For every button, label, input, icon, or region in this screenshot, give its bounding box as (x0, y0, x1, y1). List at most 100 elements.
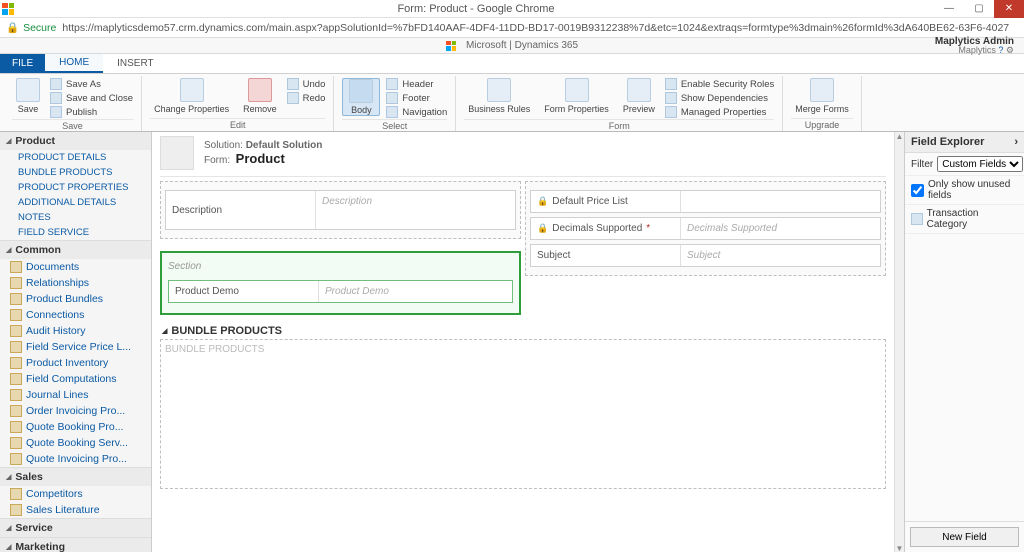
undo-button[interactable]: Undo (287, 78, 326, 90)
nav-item[interactable]: Relationships (0, 275, 151, 291)
nav-item[interactable]: Documents (0, 259, 151, 275)
nav-item[interactable]: ADDITIONAL DETAILS (0, 195, 151, 210)
preview-icon (627, 78, 651, 102)
brand-bar: Microsoft | Dynamics 365 Maplytics Admin… (0, 38, 1024, 54)
field-default-pricelist[interactable]: 🔒Default Price List (530, 190, 881, 213)
nav-item[interactable]: Product Inventory (0, 355, 151, 371)
lock-icon: 🔒 (537, 196, 548, 207)
managed-properties-button[interactable]: Managed Properties (665, 106, 774, 118)
nav-section-marketing[interactable]: Marketing (0, 538, 151, 552)
bizrules-icon (487, 78, 511, 102)
change-properties-button[interactable]: Change Properties (150, 78, 233, 114)
field-explorer: Field Explorer› Filter Custom Fields Onl… (904, 132, 1024, 552)
field-product-demo[interactable]: Product Demo Product Demo (168, 280, 513, 303)
nav-item[interactable]: BUNDLE PRODUCTS (0, 165, 151, 180)
url-text[interactable]: https://maplyticsdemo57.crm.dynamics.com… (62, 22, 1009, 34)
merge-forms-button[interactable]: Merge Forms (791, 78, 853, 114)
collapse-icon[interactable]: › (1014, 136, 1018, 148)
nav-item[interactable]: Connections (0, 307, 151, 323)
nav-item[interactable]: Journal Lines (0, 387, 151, 403)
explorer-title: Field Explorer (911, 136, 984, 148)
nav-item[interactable]: Audit History (0, 323, 151, 339)
nav-item[interactable]: Quote Booking Pro... (0, 419, 151, 435)
nav-item[interactable]: NOTES (0, 210, 151, 225)
nav-section-sales[interactable]: Sales (0, 468, 151, 486)
nav-item[interactable]: PRODUCT DETAILS (0, 150, 151, 165)
ribbon-tabs: FILE HOME INSERT (0, 54, 1024, 74)
nav-item[interactable]: Field Computations (0, 371, 151, 387)
window-title: Form: Product - Google Chrome (18, 3, 934, 15)
field-item[interactable]: Transaction Category (905, 205, 1024, 234)
entity-icon (10, 325, 22, 337)
field-description[interactable]: Description Description (165, 190, 516, 230)
form-label: Form: (204, 155, 230, 166)
nav-item[interactable]: Competitors (0, 486, 151, 502)
entity-image[interactable] (160, 136, 194, 170)
body-button[interactable]: Body (342, 78, 380, 116)
nav-section-common[interactable]: Common (0, 241, 151, 259)
form-canvas[interactable]: Solution: Default Solution Form: Product… (152, 132, 894, 552)
footer-icon (386, 92, 398, 104)
publish-button[interactable]: Publish (50, 106, 133, 118)
minimize-button[interactable]: — (934, 0, 964, 18)
security-icon (665, 78, 677, 90)
settings-icon[interactable]: ⚙ (1006, 45, 1014, 55)
nav-item[interactable]: Product Bundles (0, 291, 151, 307)
section-right[interactable]: 🔒Default Price List 🔒Decimals Supported*… (525, 181, 886, 276)
required-icon: * (646, 223, 650, 234)
field-label: Product Demo (169, 281, 319, 302)
entity-icon (10, 293, 22, 305)
form-properties-button[interactable]: Form Properties (540, 78, 613, 114)
enable-security-button[interactable]: Enable Security Roles (665, 78, 774, 90)
remove-button[interactable]: Remove (239, 78, 281, 114)
help-icon[interactable]: ? (998, 45, 1003, 55)
entity-icon (10, 453, 22, 465)
tab-insert[interactable]: INSERT (103, 54, 168, 73)
managed-icon (665, 106, 677, 118)
nav-item[interactable]: Order Invoicing Pro... (0, 403, 151, 419)
nav-icon (386, 106, 398, 118)
ribbon: Save Save As Save and Close Publish Save… (0, 74, 1024, 132)
nav-item[interactable]: Quote Invoicing Pro... (0, 451, 151, 467)
new-field-button[interactable]: New Field (910, 527, 1019, 547)
navigation-button[interactable]: Navigation (386, 106, 447, 118)
section-description[interactable]: Description Description (160, 181, 521, 239)
bundle-section[interactable]: BUNDLE PRODUCTS (160, 339, 886, 489)
bundle-header[interactable]: BUNDLE PRODUCTS (160, 325, 886, 337)
save-close-button[interactable]: Save and Close (50, 92, 133, 104)
secure-label: Secure (23, 22, 56, 34)
selected-section[interactable]: Section Product Demo Product Demo (160, 251, 521, 315)
only-unused-checkbox[interactable] (911, 184, 924, 197)
redo-button[interactable]: Redo (287, 92, 326, 104)
nav-item[interactable]: PRODUCT PROPERTIES (0, 180, 151, 195)
entity-icon (10, 261, 22, 273)
field-decimals[interactable]: 🔒Decimals Supported* Decimals Supported (530, 217, 881, 240)
filter-select[interactable]: Custom Fields (937, 156, 1023, 172)
form-group-label: Form (464, 119, 774, 132)
entity-icon (10, 504, 22, 516)
left-nav[interactable]: Product PRODUCT DETAILS BUNDLE PRODUCTS … (0, 132, 152, 552)
save-as-button[interactable]: Save As (50, 78, 133, 90)
tab-file[interactable]: FILE (0, 54, 45, 73)
footer-button[interactable]: Footer (386, 92, 447, 104)
redo-icon (287, 92, 299, 104)
canvas-scrollbar[interactable]: ▲▼ (894, 132, 904, 552)
nav-section-product[interactable]: Product (0, 132, 151, 150)
save-button[interactable]: Save (12, 78, 44, 114)
field-subject[interactable]: Subject Subject (530, 244, 881, 267)
tab-home[interactable]: HOME (45, 54, 103, 73)
nav-item[interactable]: Field Service Price L... (0, 339, 151, 355)
show-dependencies-button[interactable]: Show Dependencies (665, 92, 774, 104)
business-rules-button[interactable]: Business Rules (464, 78, 534, 114)
entity-icon (10, 405, 22, 417)
nav-item[interactable]: FIELD SERVICE (0, 225, 151, 240)
nav-section-service[interactable]: Service (0, 519, 151, 537)
nav-item[interactable]: Quote Booking Serv... (0, 435, 151, 451)
nav-item[interactable]: Sales Literature (0, 502, 151, 518)
close-button[interactable]: ✕ (994, 0, 1024, 18)
save-close-icon (50, 92, 62, 104)
maximize-button[interactable]: ▢ (964, 0, 994, 18)
lock-icon: 🔒 (537, 223, 548, 234)
header-button[interactable]: Header (386, 78, 447, 90)
preview-button[interactable]: Preview (619, 78, 659, 114)
